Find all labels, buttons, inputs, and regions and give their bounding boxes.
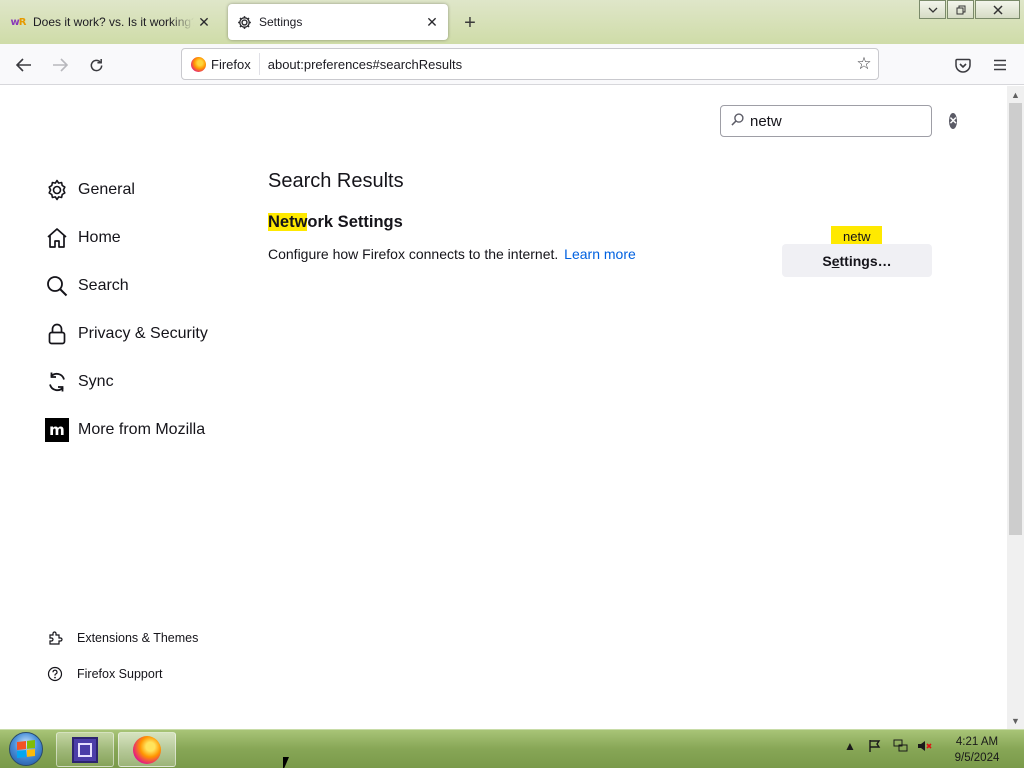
category-label: Sync xyxy=(78,373,114,390)
category-label: Search xyxy=(78,277,129,294)
scroll-down-arrow-icon[interactable]: ▼ xyxy=(1007,712,1024,729)
action-center-flag-icon[interactable] xyxy=(867,738,883,754)
search-highlight: Netw xyxy=(268,213,308,231)
category-label: Home xyxy=(78,229,121,246)
mozilla-icon: m xyxy=(44,417,70,443)
footer-label: Firefox Support xyxy=(77,667,163,681)
gear-icon xyxy=(44,177,70,203)
clear-search-icon[interactable]: ✕ xyxy=(949,113,958,129)
category-home[interactable]: Home xyxy=(44,214,244,262)
clock[interactable]: 4:21 AM 9/5/2024 xyxy=(946,734,1008,766)
help-icon xyxy=(46,665,64,683)
tab-title: Does it work? vs. Is it working? | W xyxy=(33,15,194,29)
heading-rest: ork Settings xyxy=(307,213,403,231)
close-icon[interactable] xyxy=(975,0,1020,19)
category-search[interactable]: Search xyxy=(44,262,244,310)
scroll-thumb[interactable] xyxy=(1009,103,1022,535)
system-tray: ▲ xyxy=(842,738,933,754)
gear-icon xyxy=(236,14,252,30)
tab-does-it-work[interactable]: wR Does it work? vs. Is it working? | W … xyxy=(2,4,220,40)
category-general[interactable]: General xyxy=(44,166,244,214)
taskbar: ▲ 4:21 AM 9/5/2024 xyxy=(0,729,1024,768)
search-match-tooltip: netw xyxy=(831,226,883,251)
taskbar-app-button[interactable] xyxy=(56,732,114,767)
firefox-logo-icon xyxy=(133,735,161,764)
preferences-content: ✕ General Home Search Privacy & Security xyxy=(0,86,1007,729)
button-accesskey: e xyxy=(831,252,840,269)
home-icon xyxy=(44,225,70,251)
clock-time: 4:21 AM xyxy=(955,736,999,748)
button-label-suffix: ttings… xyxy=(839,252,892,269)
scroll-up-arrow-icon[interactable]: ▲ xyxy=(1007,86,1024,103)
restore-icon[interactable] xyxy=(947,0,974,19)
bookmark-star-icon[interactable]: ☆ xyxy=(850,54,878,74)
new-tab-button[interactable]: + xyxy=(458,11,482,35)
category-label: More from Mozilla xyxy=(78,421,206,438)
learn-more-link[interactable]: Learn more xyxy=(564,246,636,262)
firefox-logo-icon xyxy=(191,56,206,72)
category-sync[interactable]: Sync xyxy=(44,358,244,406)
pocket-icon[interactable] xyxy=(952,54,974,76)
back-arrow-icon[interactable] xyxy=(11,52,37,78)
tab-settings[interactable]: Settings ✕ xyxy=(228,4,448,40)
settings-search-box[interactable]: ✕ xyxy=(720,105,958,137)
sidebar-footer: Extensions & Themes Firefox Support xyxy=(46,620,246,692)
identity-box[interactable]: Firefox xyxy=(182,53,260,75)
window-controls xyxy=(918,0,1020,19)
sync-icon xyxy=(44,369,70,395)
close-tab-icon[interactable]: ✕ xyxy=(194,12,214,32)
vertical-scrollbar[interactable]: ▲ ▼ xyxy=(1007,86,1024,729)
identity-label: Firefox xyxy=(211,56,251,72)
show-hidden-icons-icon[interactable]: ▲ xyxy=(842,738,858,754)
nav-toolbar: Firefox about:preferences#searchResults … xyxy=(0,44,1024,85)
button-label-prefix: S xyxy=(822,252,832,269)
page-title: Search Results xyxy=(268,170,404,192)
category-sidebar: General Home Search Privacy & Security S… xyxy=(44,166,244,454)
clock-date: 9/5/2024 xyxy=(954,752,1000,764)
hamburger-menu-icon[interactable] xyxy=(989,54,1011,76)
volume-muted-icon[interactable] xyxy=(917,738,933,754)
tab-strip: wR Does it work? vs. Is it working? | W … xyxy=(0,0,1024,44)
forward-arrow-icon[interactable] xyxy=(47,52,73,78)
reload-icon[interactable] xyxy=(83,52,109,78)
category-label: Privacy & Security xyxy=(78,325,208,342)
network-settings-button[interactable]: Se ttings… xyxy=(782,244,932,277)
svg-text:m: m xyxy=(49,421,65,439)
wr-icon: wR xyxy=(10,16,27,28)
footer-label: Extensions & Themes xyxy=(77,631,199,645)
extensions-themes-link[interactable]: Extensions & Themes xyxy=(46,620,246,656)
close-tab-icon[interactable]: ✕ xyxy=(422,12,442,32)
mouse-cursor xyxy=(283,757,289,768)
settings-search-input[interactable] xyxy=(750,112,949,130)
taskbar-firefox-button[interactable] xyxy=(118,732,176,767)
tab-title: Settings xyxy=(259,15,303,29)
firefox-support-link[interactable]: Firefox Support xyxy=(46,656,246,692)
start-button[interactable] xyxy=(6,732,46,766)
network-icon[interactable] xyxy=(892,738,908,754)
lock-icon xyxy=(44,321,70,347)
category-label: General xyxy=(78,181,135,198)
windows-logo-icon xyxy=(9,732,43,766)
search-icon xyxy=(44,273,70,299)
puzzle-icon xyxy=(46,629,64,647)
app-chip-icon xyxy=(72,736,98,763)
minimize-icon[interactable] xyxy=(919,0,946,19)
category-privacy-security[interactable]: Privacy & Security xyxy=(44,310,244,358)
url-bar[interactable]: Firefox about:preferences#searchResults … xyxy=(181,48,879,80)
url-text[interactable]: about:preferences#searchResults xyxy=(260,57,850,72)
category-more-from-mozilla[interactable]: m More from Mozilla xyxy=(44,406,244,454)
search-icon xyxy=(731,113,744,129)
description-text: Configure how Firefox connects to the in… xyxy=(268,246,559,262)
search-results-pane: Search Results Network Settings Configur… xyxy=(268,166,938,277)
